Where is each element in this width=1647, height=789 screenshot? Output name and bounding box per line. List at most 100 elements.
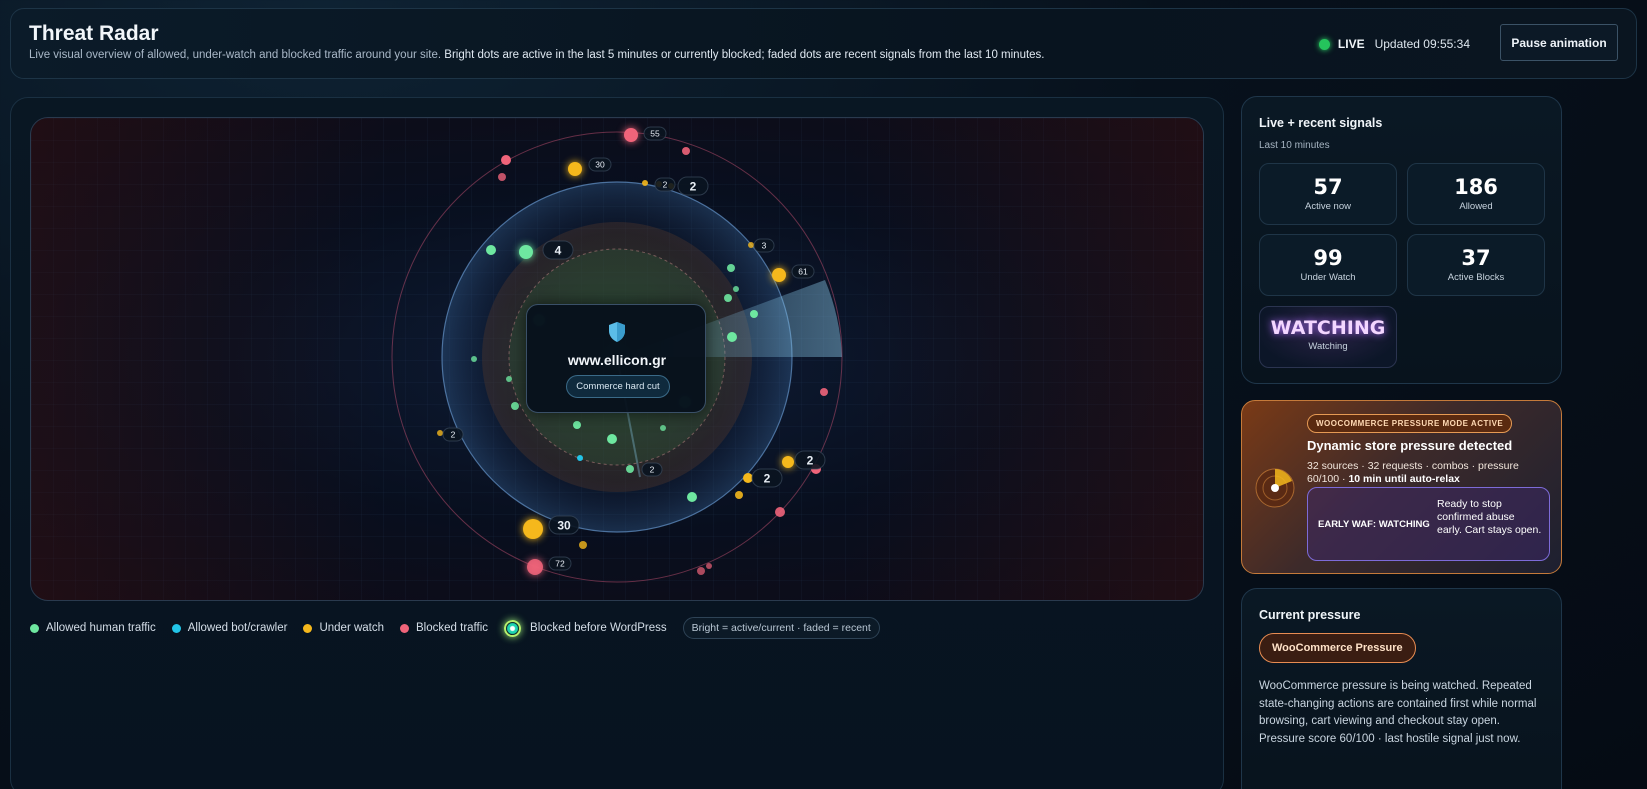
watch-signal-dot[interactable] [772,268,786,282]
waf-text: Ready to stop confirmed abuse early. Car… [1437,498,1542,536]
count-badge: 2 [654,177,676,192]
watch-signal-dot[interactable] [782,456,794,468]
blocked-signal-dot[interactable] [682,147,690,155]
legend-blocked-wp: Blocked before WordPress [504,619,667,637]
stat-value: 37 [1461,246,1491,270]
count-badge-text: 2 [451,430,456,440]
human-signal-dot[interactable] [727,264,735,272]
pause-animation-button[interactable]: Pause animation [1500,24,1618,61]
human-signal-dot[interactable] [733,286,739,292]
human-signal-dot[interactable] [750,310,758,318]
blocked-signal-dot[interactable] [501,155,511,165]
count-badge: 3 [753,238,775,253]
human-signal-dot[interactable] [660,425,666,431]
early-waf-box: EARLY WAF: WATCHING Ready to stop confir… [1307,487,1550,561]
stat-value: 186 [1454,175,1498,199]
blocked-signal-dot[interactable] [527,559,543,575]
watch-dot-icon [303,623,313,633]
pressure-text: WooCommerce pressure is being watched. R… [1259,680,1537,745]
human-signal-dot[interactable] [607,434,617,444]
count-badge: 2 [677,176,709,196]
stat-label: Under Watch [1300,272,1356,283]
watch-signal-dot[interactable] [579,541,587,549]
watch-signal-dot[interactable] [437,430,443,436]
legend-bot: Allowed bot/crawler [171,622,288,634]
blocked-signal-dot[interactable] [775,507,785,517]
watching-label: Watching [1308,341,1348,352]
blocked-dot-icon [400,623,410,633]
waf-label: EARLY WAF: WATCHING [1318,519,1430,530]
mode-pill[interactable]: Commerce hard cut [566,375,670,398]
stat-active-now: 57 Active now [1259,163,1397,225]
stat-value: 99 [1313,246,1343,270]
blocked-signal-dot[interactable] [706,563,712,569]
legend-blocked: Blocked traffic [400,622,488,634]
watch-signal-dot[interactable] [523,519,543,539]
count-badge: 2 [794,450,826,470]
stat-label: Active Blocks [1447,272,1505,283]
count-badge: 2 [751,468,783,488]
count-badge: 4 [542,240,574,260]
count-badge: 2 [442,427,464,442]
blocked-signal-dot[interactable] [624,128,638,142]
pressure-pill[interactable]: WooCommerce Pressure [1259,633,1416,663]
shield-icon [609,322,625,342]
human-signal-dot[interactable] [519,245,533,259]
blocked-signal-dot[interactable] [820,388,828,396]
mini-radar-icon [1255,468,1295,508]
stat-label: Active now [1305,201,1351,212]
radar-legend: Allowed human traffic Allowed bot/crawle… [30,617,880,639]
count-badge: 2 [641,462,663,477]
legend-note: Bright = active/current · faded = recent [682,617,880,639]
pressure-title: Current pressure [1259,608,1361,622]
stat-value: 57 [1313,175,1343,199]
count-badge-text: 55 [650,129,660,139]
watch-signal-dot[interactable] [642,180,648,186]
human-signal-dot[interactable] [724,294,732,302]
woocommerce-pressure-card: WOOCOMMERCE PRESSURE MODE ACTIVE Dynamic… [1241,400,1562,574]
human-signal-dot[interactable] [486,245,496,255]
woo-mode-badge: WOOCOMMERCE PRESSURE MODE ACTIVE [1307,414,1513,433]
human-signal-dot[interactable] [626,465,634,473]
count-badge: 30 [548,515,580,535]
bot-dot-icon [171,623,181,633]
site-name: www.ellicon.gr [567,352,667,368]
count-badge-text: 2 [650,465,655,475]
human-signal-dot[interactable] [471,356,477,362]
count-badge: 72 [548,556,572,571]
watch-signal-dot[interactable] [735,491,743,499]
subtitle-text: Live visual overview of allowed, under-w… [29,49,442,61]
legend-human: Allowed human traffic [30,622,156,634]
human-signal-dot[interactable] [687,492,697,502]
human-signal-dot[interactable] [573,421,581,429]
legend-human-label: Allowed human traffic [46,622,156,634]
watch-signal-dot[interactable] [748,242,754,248]
blocked-signal-dot[interactable] [498,173,506,181]
page-title: Threat Radar [29,22,159,45]
header-bar: Threat Radar Live visual overview of all… [10,8,1637,79]
human-dot-icon [30,623,39,633]
legend-watch-label: Under watch [319,622,385,634]
subtitle-emphasis: Bright dots are active in the last 5 min… [441,49,1045,61]
blocked-wp-ring-icon [504,619,522,637]
count-badge-text: 2 [663,180,668,190]
human-signal-dot[interactable] [506,376,512,382]
bot-signal-dot[interactable] [577,455,583,461]
woo-description: 32 sources · 32 requests · combos · pres… [1307,460,1547,486]
current-pressure-card: Current pressure WooCommerce Pressure Wo… [1241,588,1562,789]
legend-watch: Under watch [303,622,384,634]
stat-active-blocks: 37 Active Blocks [1407,234,1545,296]
human-signal-dot[interactable] [727,332,737,342]
site-card[interactable]: www.ellicon.gr Commerce hard cut [526,304,706,413]
signals-title: Live + recent signals [1259,116,1383,130]
legend-bot-label: Allowed bot/crawler [187,622,288,634]
count-badge-text: 30 [595,160,605,170]
watching-status: WATCHING Watching [1259,306,1397,368]
blocked-signal-dot[interactable] [697,567,705,575]
human-signal-dot[interactable] [511,402,519,410]
watch-signal-dot[interactable] [568,162,582,176]
count-badge: 61 [791,264,815,279]
stat-label: Allowed [1459,201,1493,212]
live-status: LIVE Updated 09:55:34 [1318,37,1470,51]
count-badge-text: 2 [807,454,814,468]
